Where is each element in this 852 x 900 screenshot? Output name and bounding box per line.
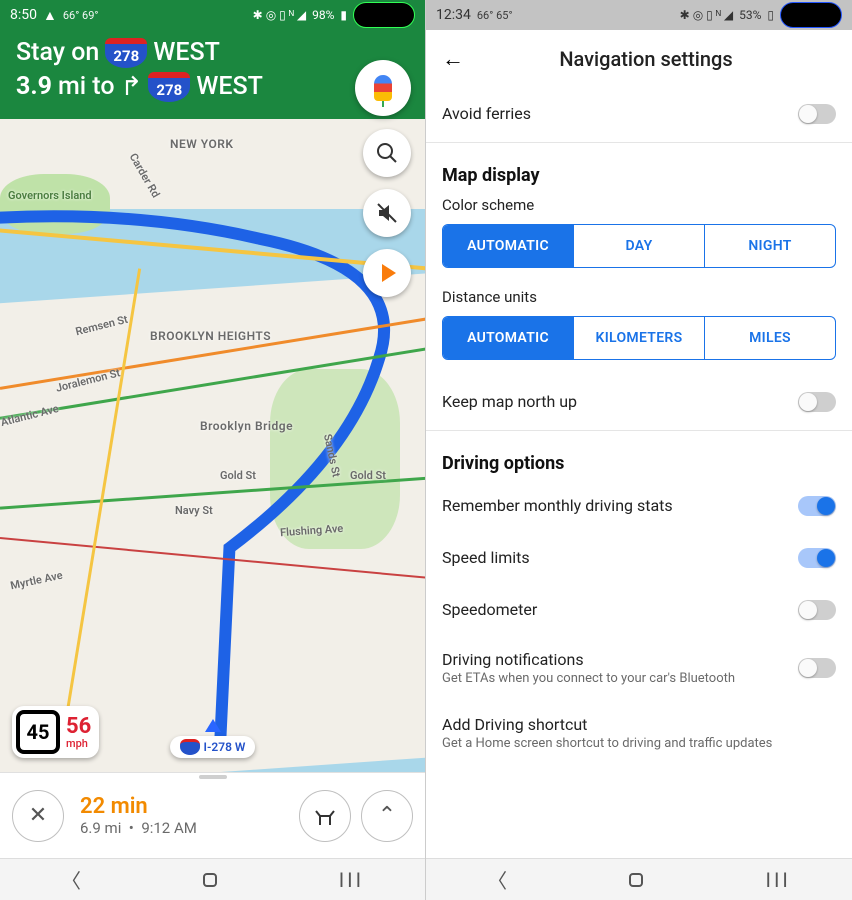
music-button[interactable]	[363, 249, 411, 297]
units-automatic-option[interactable]: AUTOMATIC	[443, 317, 573, 359]
camera-cutout	[353, 2, 415, 28]
direction-heading: WEST	[196, 70, 263, 104]
close-navigation-button[interactable]: ✕	[12, 790, 64, 842]
speed-limit-sign: 45	[16, 710, 60, 754]
speed-indicator[interactable]: 45 56mph	[12, 706, 99, 758]
route-split-icon	[313, 804, 337, 828]
system-home-button[interactable]	[629, 873, 643, 887]
map-label: Gold St	[350, 469, 386, 482]
play-music-icon	[382, 264, 396, 282]
section-driving-options: Driving options	[442, 433, 836, 480]
page-title: Navigation settings	[456, 47, 836, 71]
app-bar: ← Navigation settings	[426, 30, 852, 88]
trip-sub: 6.9 mi • 9:12 AM	[80, 819, 289, 837]
camera-cutout	[780, 2, 842, 28]
search-button[interactable]	[363, 129, 411, 177]
time-remaining: 22 min	[80, 794, 289, 819]
voice-search-button[interactable]	[355, 60, 411, 116]
clock: 12:34	[436, 7, 471, 23]
system-recents-button[interactable]: III	[766, 868, 791, 892]
current-location-arrow-icon	[205, 719, 221, 732]
color-scheme-selector: AUTOMATIC DAY NIGHT	[442, 224, 836, 268]
status-icons: ✱ ◎ ▯ ᴺ ◢ 98% ▮	[253, 8, 347, 22]
system-back-button[interactable]: 〈	[61, 865, 81, 894]
distance-unit: mi to	[58, 70, 115, 104]
route-shield-icon: 278	[105, 38, 147, 68]
map-label: Brooklyn Bridge	[200, 419, 293, 433]
toggle-switch[interactable]	[798, 392, 836, 412]
color-night-option[interactable]: NIGHT	[704, 225, 835, 267]
map-label: Gold St	[220, 469, 256, 482]
system-home-button[interactable]	[203, 873, 217, 887]
nav-up-icon: ▲	[43, 7, 57, 24]
toggle-switch[interactable]	[798, 658, 836, 678]
turn-icon: ↱	[121, 70, 143, 105]
distance-units-label: Distance units	[442, 284, 836, 306]
sheet-grabber[interactable]	[199, 775, 227, 779]
search-icon	[375, 141, 399, 165]
current-speed: 56mph	[66, 716, 91, 749]
driving-notifications-row[interactable]: Driving notifications Get ETAs when you …	[442, 636, 836, 701]
system-back-button[interactable]: 〈	[487, 865, 507, 894]
color-day-option[interactable]: DAY	[573, 225, 704, 267]
weather: 66° 65°	[477, 9, 513, 22]
toggle-switch[interactable]	[798, 104, 836, 124]
direction-heading: WEST	[153, 36, 220, 70]
toggle-switch[interactable]	[798, 600, 836, 620]
speed-limits-row[interactable]: Speed limits	[442, 532, 836, 584]
system-nav-bar: 〈 III	[0, 858, 425, 900]
map-label: BROOKLYN HEIGHTS	[150, 329, 271, 343]
color-automatic-option[interactable]: AUTOMATIC	[443, 225, 573, 267]
speedometer-row[interactable]: Speedometer	[442, 584, 836, 636]
mute-button[interactable]	[363, 189, 411, 237]
alternate-routes-button[interactable]	[299, 790, 351, 842]
volume-mute-icon	[375, 201, 399, 225]
map-label: Governors Island	[8, 189, 92, 202]
clock: 8:50	[10, 7, 37, 23]
distance-units-selector: AUTOMATIC KILOMETERS MILES	[442, 316, 836, 360]
remember-stats-row[interactable]: Remember monthly driving stats	[442, 480, 836, 532]
map-canvas[interactable]: NEW YORK Governors Island Carder Rd BROO…	[0, 119, 425, 772]
status-icons: ✱ ◎ ▯ ᴺ ◢ 53% ▯	[680, 8, 774, 22]
section-map-display: Map display	[442, 145, 836, 192]
map-label: Navy St	[175, 504, 213, 517]
units-miles-option[interactable]: MILES	[704, 317, 835, 359]
route-label-badge[interactable]: I-278 W	[170, 736, 256, 758]
color-scheme-label: Color scheme	[442, 192, 836, 214]
toggle-switch[interactable]	[798, 548, 836, 568]
distance-value: 3.9	[16, 70, 52, 104]
route-shield-icon	[180, 739, 200, 755]
expand-sheet-button[interactable]: ⌃	[361, 790, 413, 842]
instruction-verb: Stay on	[16, 36, 99, 70]
add-driving-shortcut-row[interactable]: Add Driving shortcut Get a Home screen s…	[442, 701, 836, 765]
system-nav-bar: 〈 III	[426, 858, 852, 900]
avoid-ferries-row[interactable]: Avoid ferries	[442, 88, 836, 140]
units-kilometers-option[interactable]: KILOMETERS	[573, 317, 704, 359]
status-bar: 12:34 66° 65° ✱ ◎ ▯ ᴺ ◢ 53% ▯	[426, 0, 852, 30]
toggle-switch[interactable]	[798, 496, 836, 516]
map-label: NEW YORK	[170, 137, 233, 151]
system-recents-button[interactable]: III	[339, 868, 364, 892]
chevron-up-icon: ⌃	[378, 803, 396, 828]
close-icon: ✕	[29, 803, 47, 828]
settings-list[interactable]: Avoid ferries Map display Color scheme A…	[426, 88, 852, 858]
weather: 66° 69°	[63, 9, 99, 22]
maps-navigation-screen: 8:50 ▲ 66° 69° ✱ ◎ ▯ ᴺ ◢ 98% ▮ Stay on 2…	[0, 0, 426, 900]
trip-summary[interactable]: 22 min 6.9 mi • 9:12 AM	[74, 794, 289, 837]
trip-bottom-sheet[interactable]: ✕ 22 min 6.9 mi • 9:12 AM ⌃	[0, 772, 425, 858]
route-shield-icon: 278	[148, 72, 190, 102]
keep-north-row[interactable]: Keep map north up	[442, 376, 836, 428]
status-bar: 8:50 ▲ 66° 69° ✱ ◎ ▯ ᴺ ◢ 98% ▮	[0, 0, 425, 30]
microphone-icon	[374, 75, 392, 101]
navigation-settings-screen: 12:34 66° 65° ✱ ◎ ▯ ᴺ ◢ 53% ▯ ← Navigati…	[426, 0, 852, 900]
